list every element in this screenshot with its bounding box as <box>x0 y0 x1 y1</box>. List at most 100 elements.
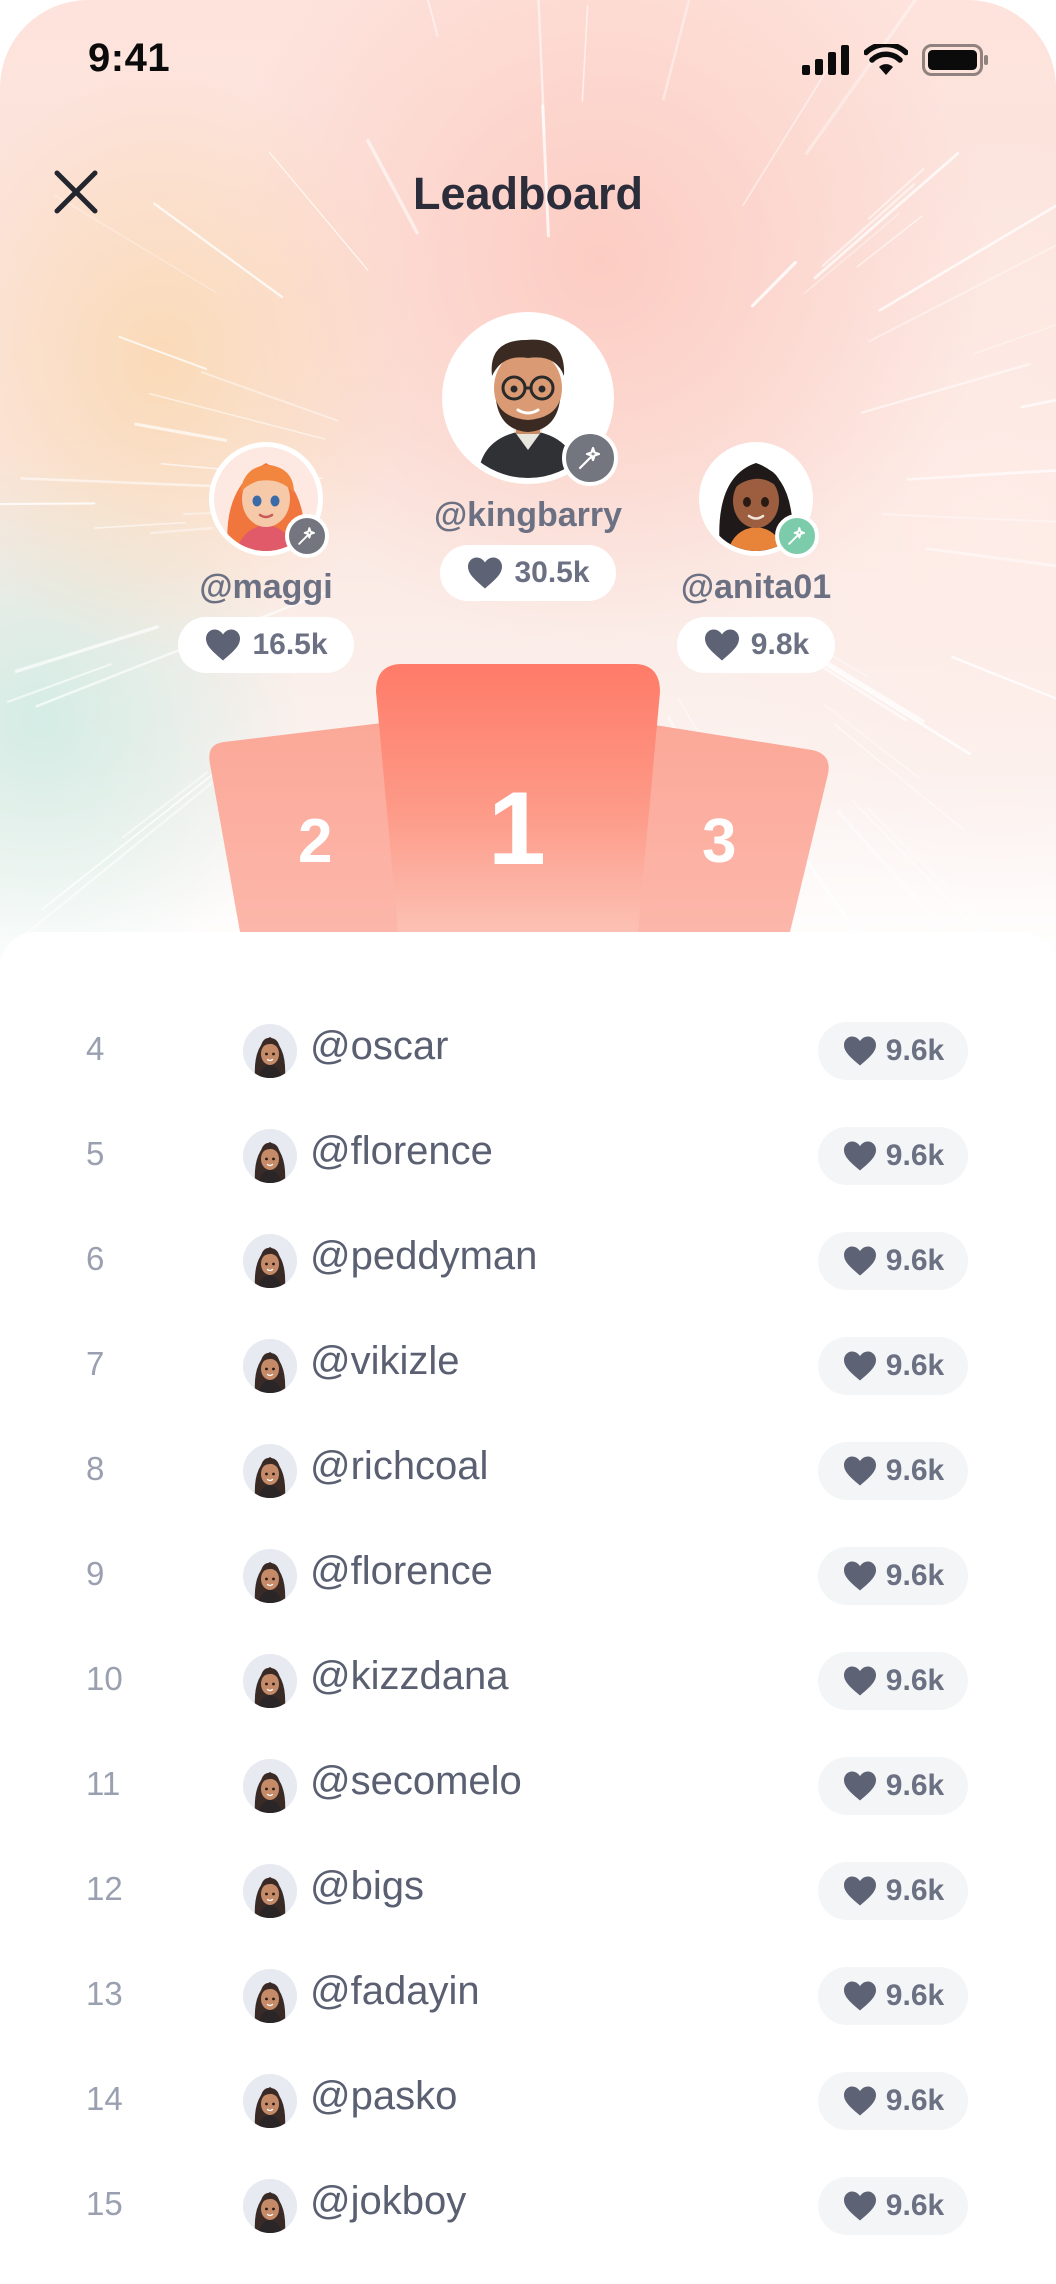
rank-number: 5 <box>86 1135 105 1172</box>
rank-number: 9 <box>86 1555 105 1592</box>
likes-badge: 9.6k <box>818 1547 968 1605</box>
heart-icon <box>843 1351 876 1381</box>
likes-badge: 16.5k <box>178 617 354 673</box>
leaderboard-row[interactable]: 10 @kizzdana 9.6k <box>0 1630 1056 1735</box>
heart-icon <box>843 1771 876 1801</box>
rank-number: 6 <box>86 1240 105 1277</box>
status-bar: 9:41 <box>0 0 1056 130</box>
avatar-image <box>243 1339 297 1393</box>
sunburst-ray <box>833 723 965 831</box>
likes-badge: 9.6k <box>818 2177 968 2235</box>
row-username: @florence <box>310 1129 493 1173</box>
avatar <box>442 312 618 486</box>
row-username: @richcoal <box>310 1444 489 1488</box>
avatar <box>243 1969 297 2023</box>
likes-count: 9.6k <box>885 1139 945 1172</box>
avatar <box>243 1549 297 1603</box>
row-username: @jokboy <box>310 2179 467 2223</box>
leaderboard-row[interactable]: 11 @secomelo 9.6k <box>0 1735 1056 1840</box>
heart-icon <box>704 629 739 661</box>
avatar-image <box>243 1024 297 1078</box>
leaderboard-row[interactable]: 12 @bigs 9.6k <box>0 1840 1056 1945</box>
likes-count: 30.5k <box>514 556 590 589</box>
battery-icon <box>922 44 988 76</box>
leaderboard-row[interactable]: 15 @jokboy 9.6k <box>0 2155 1056 2260</box>
likes-badge: 9.6k <box>818 1652 968 1710</box>
row-username: @fadayin <box>310 1969 480 2013</box>
podium-rank-first: 1 <box>488 771 546 887</box>
status-time: 9:41 <box>88 36 171 80</box>
likes-count: 9.8k <box>750 628 810 661</box>
likes-badge: 9.8k <box>676 617 836 673</box>
avatar <box>699 442 819 558</box>
podium-first-place[interactable]: @kingbarry 30.5k <box>408 312 648 601</box>
avatar-image <box>243 1444 297 1498</box>
leaderboard-list: 4 @oscar 9.6k 5 @florence 9.6k 6 @peddym… <box>0 932 1056 2284</box>
podium-third-place[interactable]: @anita01 9.8k <box>656 442 856 673</box>
heart-icon <box>206 629 241 661</box>
avatar <box>243 1654 297 1708</box>
avatar-image <box>243 1549 297 1603</box>
leaderboard-row[interactable]: 7 @vikizle 9.6k <box>0 1315 1056 1420</box>
rank-number: 8 <box>86 1450 105 1487</box>
likes-count: 9.6k <box>885 1874 945 1907</box>
cellular-signal-icon <box>802 45 849 75</box>
sunburst-ray <box>821 661 971 756</box>
likes-badge: 9.6k <box>818 1127 968 1185</box>
likes-badge: 30.5k <box>440 545 616 601</box>
heart-icon <box>843 1456 876 1486</box>
row-username: @pasko <box>310 2074 458 2118</box>
podium-username: @maggi <box>199 568 333 606</box>
likes-badge: 9.6k <box>818 1337 968 1395</box>
avatar <box>209 442 329 558</box>
avatar-image <box>243 1654 297 1708</box>
heart-icon <box>843 1036 876 1066</box>
likes-badge: 9.6k <box>818 1442 968 1500</box>
leaderboard-row[interactable]: 4 @oscar 9.6k <box>0 1000 1056 1105</box>
row-username: @peddyman <box>310 1234 538 1278</box>
rank-number: 13 <box>86 1975 123 2012</box>
leaderboard-row[interactable]: 14 @pasko 9.6k <box>0 2050 1056 2155</box>
avatar-image <box>243 1864 297 1918</box>
podium-username: @kingbarry <box>433 496 623 534</box>
row-username: @vikizle <box>310 1339 460 1383</box>
rank-number: 14 <box>86 2080 123 2117</box>
sunburst-ray <box>14 625 160 673</box>
leaderboard-row[interactable]: 9 @florence 9.6k <box>0 1525 1056 1630</box>
rank-number: 4 <box>86 1030 105 1067</box>
sunburst-ray <box>973 324 1056 355</box>
leaderboard-row[interactable]: 13 @fadayin 9.6k <box>0 1945 1056 2050</box>
sunburst-ray <box>882 513 1056 523</box>
leaderboard-row[interactable]: 5 @florence 9.6k <box>0 1105 1056 1210</box>
avatar-image <box>243 2179 297 2233</box>
leaderboard-row[interactable]: 6 @peddyman 9.6k <box>0 1210 1056 1315</box>
avatar <box>243 1759 297 1813</box>
likes-count: 9.6k <box>885 1559 945 1592</box>
sunburst-ray <box>0 502 96 506</box>
likes-count: 9.6k <box>885 1349 945 1382</box>
avatar-image <box>243 1759 297 1813</box>
row-username: @kizzdana <box>310 1654 509 1698</box>
heart-icon <box>843 1981 876 2011</box>
sunburst-ray <box>750 261 797 308</box>
sunburst-ray <box>959 468 1056 478</box>
sunburst-ray <box>121 771 208 839</box>
likes-badge: 9.6k <box>818 1232 968 1290</box>
heart-icon <box>843 2086 876 2116</box>
sunburst-ray <box>924 547 1056 568</box>
podium-second-place[interactable]: @maggi 16.5k <box>166 442 366 673</box>
avatar <box>243 1444 297 1498</box>
likes-count: 9.6k <box>885 1034 945 1067</box>
avatar <box>243 1024 297 1078</box>
likes-count: 9.6k <box>885 1769 945 1802</box>
heart-icon <box>843 1246 876 1276</box>
rank-number: 7 <box>86 1345 105 1382</box>
podium-rank-second: 2 <box>298 807 333 876</box>
leaderboard-row[interactable]: 8 @richcoal 9.6k <box>0 1420 1056 1525</box>
avatar-image <box>243 2074 297 2128</box>
avatar <box>243 1234 297 1288</box>
avatar <box>243 1864 297 1918</box>
rank-number: 10 <box>86 1660 123 1697</box>
avatar <box>243 2074 297 2128</box>
likes-badge: 9.6k <box>818 1967 968 2025</box>
